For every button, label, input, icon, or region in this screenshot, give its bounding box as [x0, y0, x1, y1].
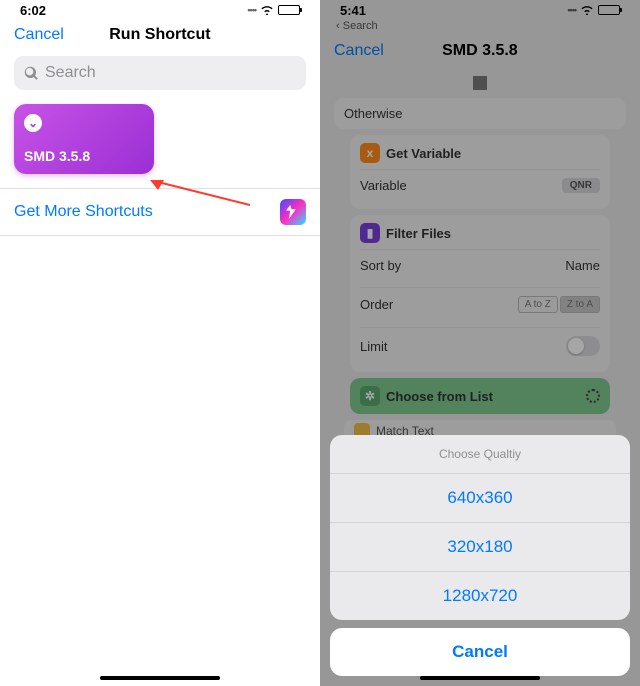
sheet-option-0[interactable]: 640x360 — [330, 473, 630, 522]
search-input[interactable]: Search — [14, 56, 306, 90]
shortcut-card[interactable]: ⌄ SMD 3.5.8 — [14, 104, 154, 174]
status-bar: 6:02 •••• — [0, 0, 320, 18]
chevron-down-icon: ⌄ — [24, 114, 42, 132]
sheet-option-1[interactable]: 320x180 — [330, 522, 630, 571]
status-right: •••• — [247, 3, 300, 18]
home-indicator[interactable] — [420, 676, 540, 680]
shortcuts-app-icon — [280, 199, 306, 225]
get-more-label: Get More Shortcuts — [14, 203, 153, 221]
battery-icon — [278, 5, 300, 15]
wifi-icon — [260, 3, 274, 18]
nav-bar: Cancel Run Shortcut — [0, 18, 320, 52]
home-indicator[interactable] — [100, 676, 220, 680]
cellular-icon: •••• — [247, 5, 256, 15]
nav-title: Run Shortcut — [64, 26, 256, 44]
phone-right: 5:41 •••• ‹ Search Cancel SMD 3.5.8 Othe… — [320, 0, 640, 686]
phone-left: 6:02 •••• Cancel Run Shortcut Search ⌄ S… — [0, 0, 320, 686]
cancel-button[interactable]: Cancel — [14, 26, 64, 44]
search-icon — [24, 66, 39, 81]
search-placeholder: Search — [45, 64, 96, 82]
action-sheet: Choose Qualtiy 640x360 320x180 1280x720 … — [330, 435, 630, 676]
shortcut-label: SMD 3.5.8 — [24, 148, 144, 164]
sheet-title: Choose Qualtiy — [330, 435, 630, 473]
sheet-option-2[interactable]: 1280x720 — [330, 571, 630, 620]
sheet-cancel-button[interactable]: Cancel — [330, 628, 630, 676]
status-time: 6:02 — [20, 3, 46, 18]
annotation-arrow — [150, 180, 250, 210]
